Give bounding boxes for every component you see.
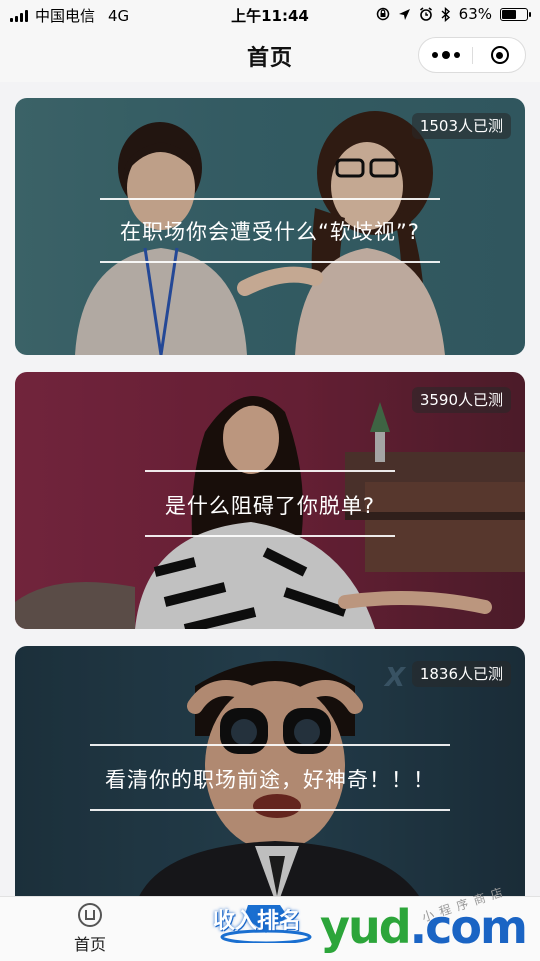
title-top-line: [100, 198, 440, 200]
watermark-brand-name: yud: [320, 900, 412, 954]
watermark-badge-text: 收入排名: [213, 909, 302, 934]
tab-bar: 首页 收入排名 yud.com 小程序商店: [0, 883, 540, 961]
alarm-icon: [419, 7, 432, 21]
title-bottom-line: [145, 535, 395, 537]
watermark-brand: yud.com: [320, 897, 528, 957]
title-top-line: [145, 470, 395, 472]
card-title: 看清你的职场前途，好神奇！！！: [105, 768, 435, 792]
battery-fill: [502, 9, 516, 19]
home-tab-icon: [78, 903, 102, 927]
bluetooth-icon: [441, 6, 450, 22]
card-title: 是什么阻碍了你脱单?: [164, 494, 376, 518]
quiz-card-2[interactable]: 3590人已测 是什么阻碍了你脱单?: [15, 372, 525, 629]
more-dots-icon[interactable]: [419, 38, 473, 72]
tab-home-label: 首页: [73, 935, 106, 954]
title-bottom-line: [90, 809, 450, 811]
title-bottom-line: [100, 261, 440, 263]
participant-count-badge: 1503人已测: [411, 113, 511, 139]
title-top-line: [90, 744, 450, 746]
quiz-card-3[interactable]: X 1836人已测 看清你的职场前途，好神奇！！！: [15, 646, 525, 906]
battery-icon: [500, 7, 531, 21]
battery-percent: 63%: [458, 5, 492, 23]
nav-bar: 首页: [0, 30, 540, 82]
location-icon: [398, 8, 410, 20]
participant-count-badge: 3590人已测: [411, 387, 511, 413]
rotation-lock-icon: [376, 7, 389, 21]
quiz-card-1[interactable]: 1503人已测 在职场你会遭受什么“软歧视”?: [15, 98, 525, 355]
participant-count-badge: 1836人已测: [411, 661, 511, 687]
card-title: 在职场你会遭受什么“软歧视”?: [120, 220, 420, 244]
status-bar: 中国电信 4G 上午11:44 63%: [0, 0, 540, 30]
target-close-icon[interactable]: [473, 38, 526, 72]
mini-program-capsule: [418, 37, 526, 73]
tab-home[interactable]: 首页: [60, 903, 120, 955]
